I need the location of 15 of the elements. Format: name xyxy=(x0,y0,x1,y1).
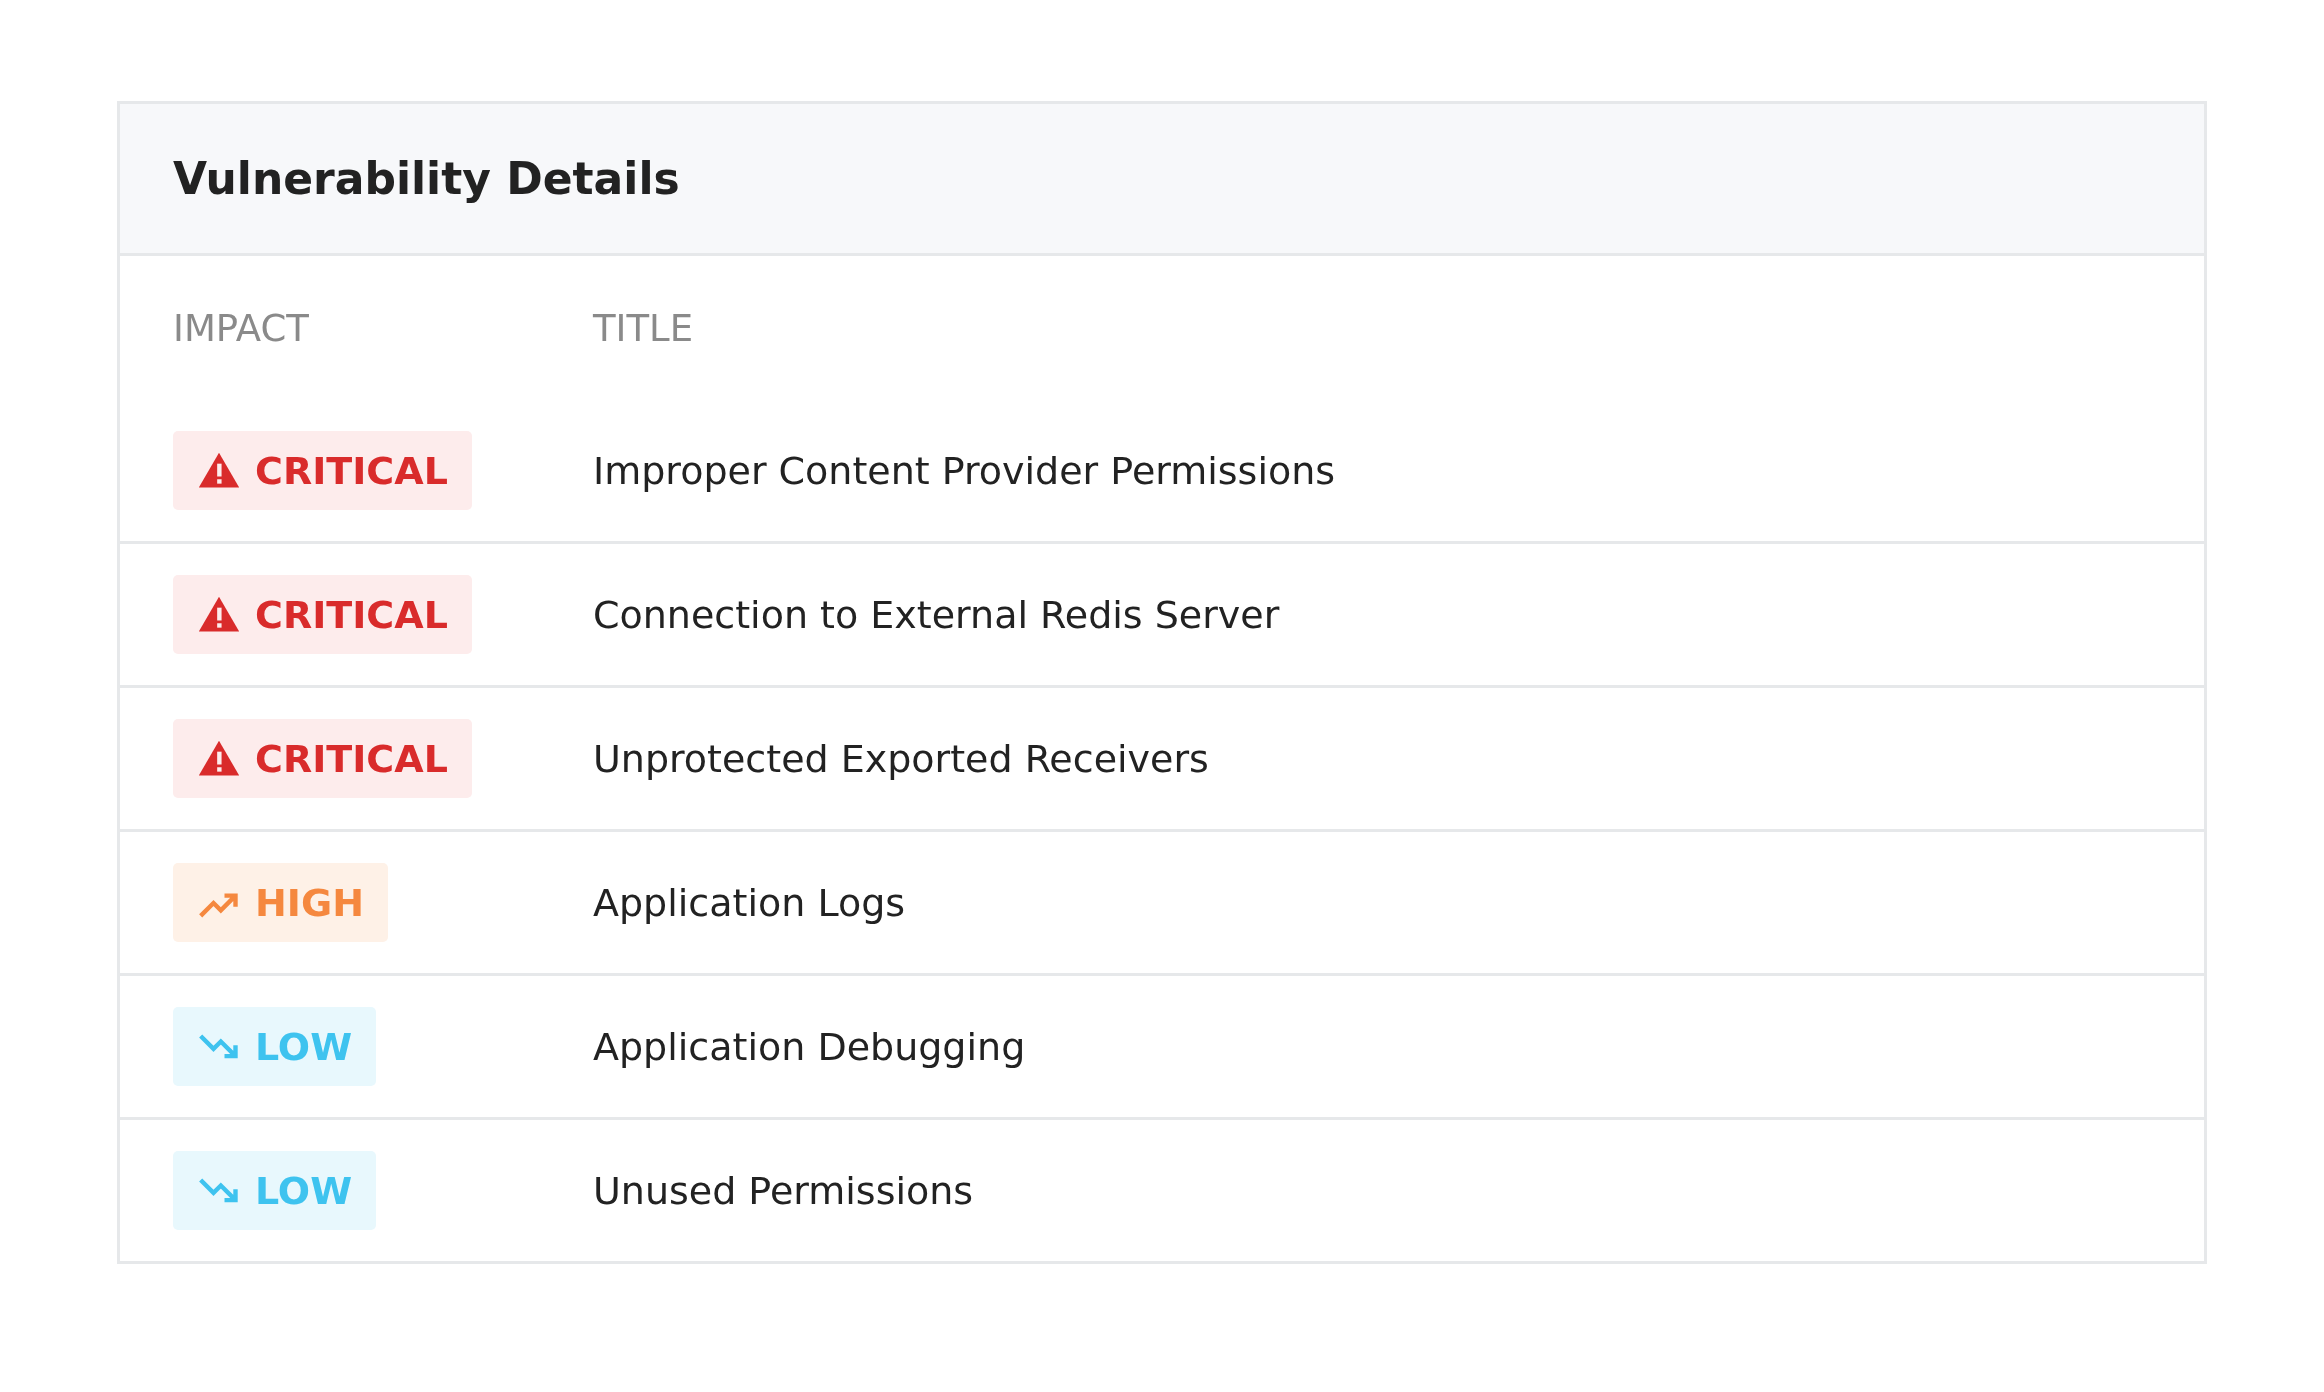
impact-badge: LOW xyxy=(173,1007,377,1086)
vulnerability-title: Unused Permissions xyxy=(593,1168,974,1213)
vulnerability-title: Connection to External Redis Server xyxy=(593,592,1280,637)
impact-badge: CRITICAL xyxy=(173,719,472,798)
impact-badge: HIGH xyxy=(173,863,388,942)
impact-badge: CRITICAL xyxy=(173,575,472,654)
vulnerability-title: Improper Content Provider Permissions xyxy=(593,448,1336,493)
impact-badge: LOW xyxy=(173,1151,377,1230)
card-title: Vulnerability Details xyxy=(173,153,680,204)
column-header: TITLE xyxy=(593,306,694,350)
vulnerability-title: Application Logs xyxy=(593,880,906,925)
impact-badge: CRITICAL xyxy=(173,431,472,510)
vulnerability-title: Application Debugging xyxy=(593,1024,1026,1069)
vulnerability-title: Unprotected Exported Receivers xyxy=(593,736,1209,781)
column-header: IMPACT xyxy=(173,306,310,350)
